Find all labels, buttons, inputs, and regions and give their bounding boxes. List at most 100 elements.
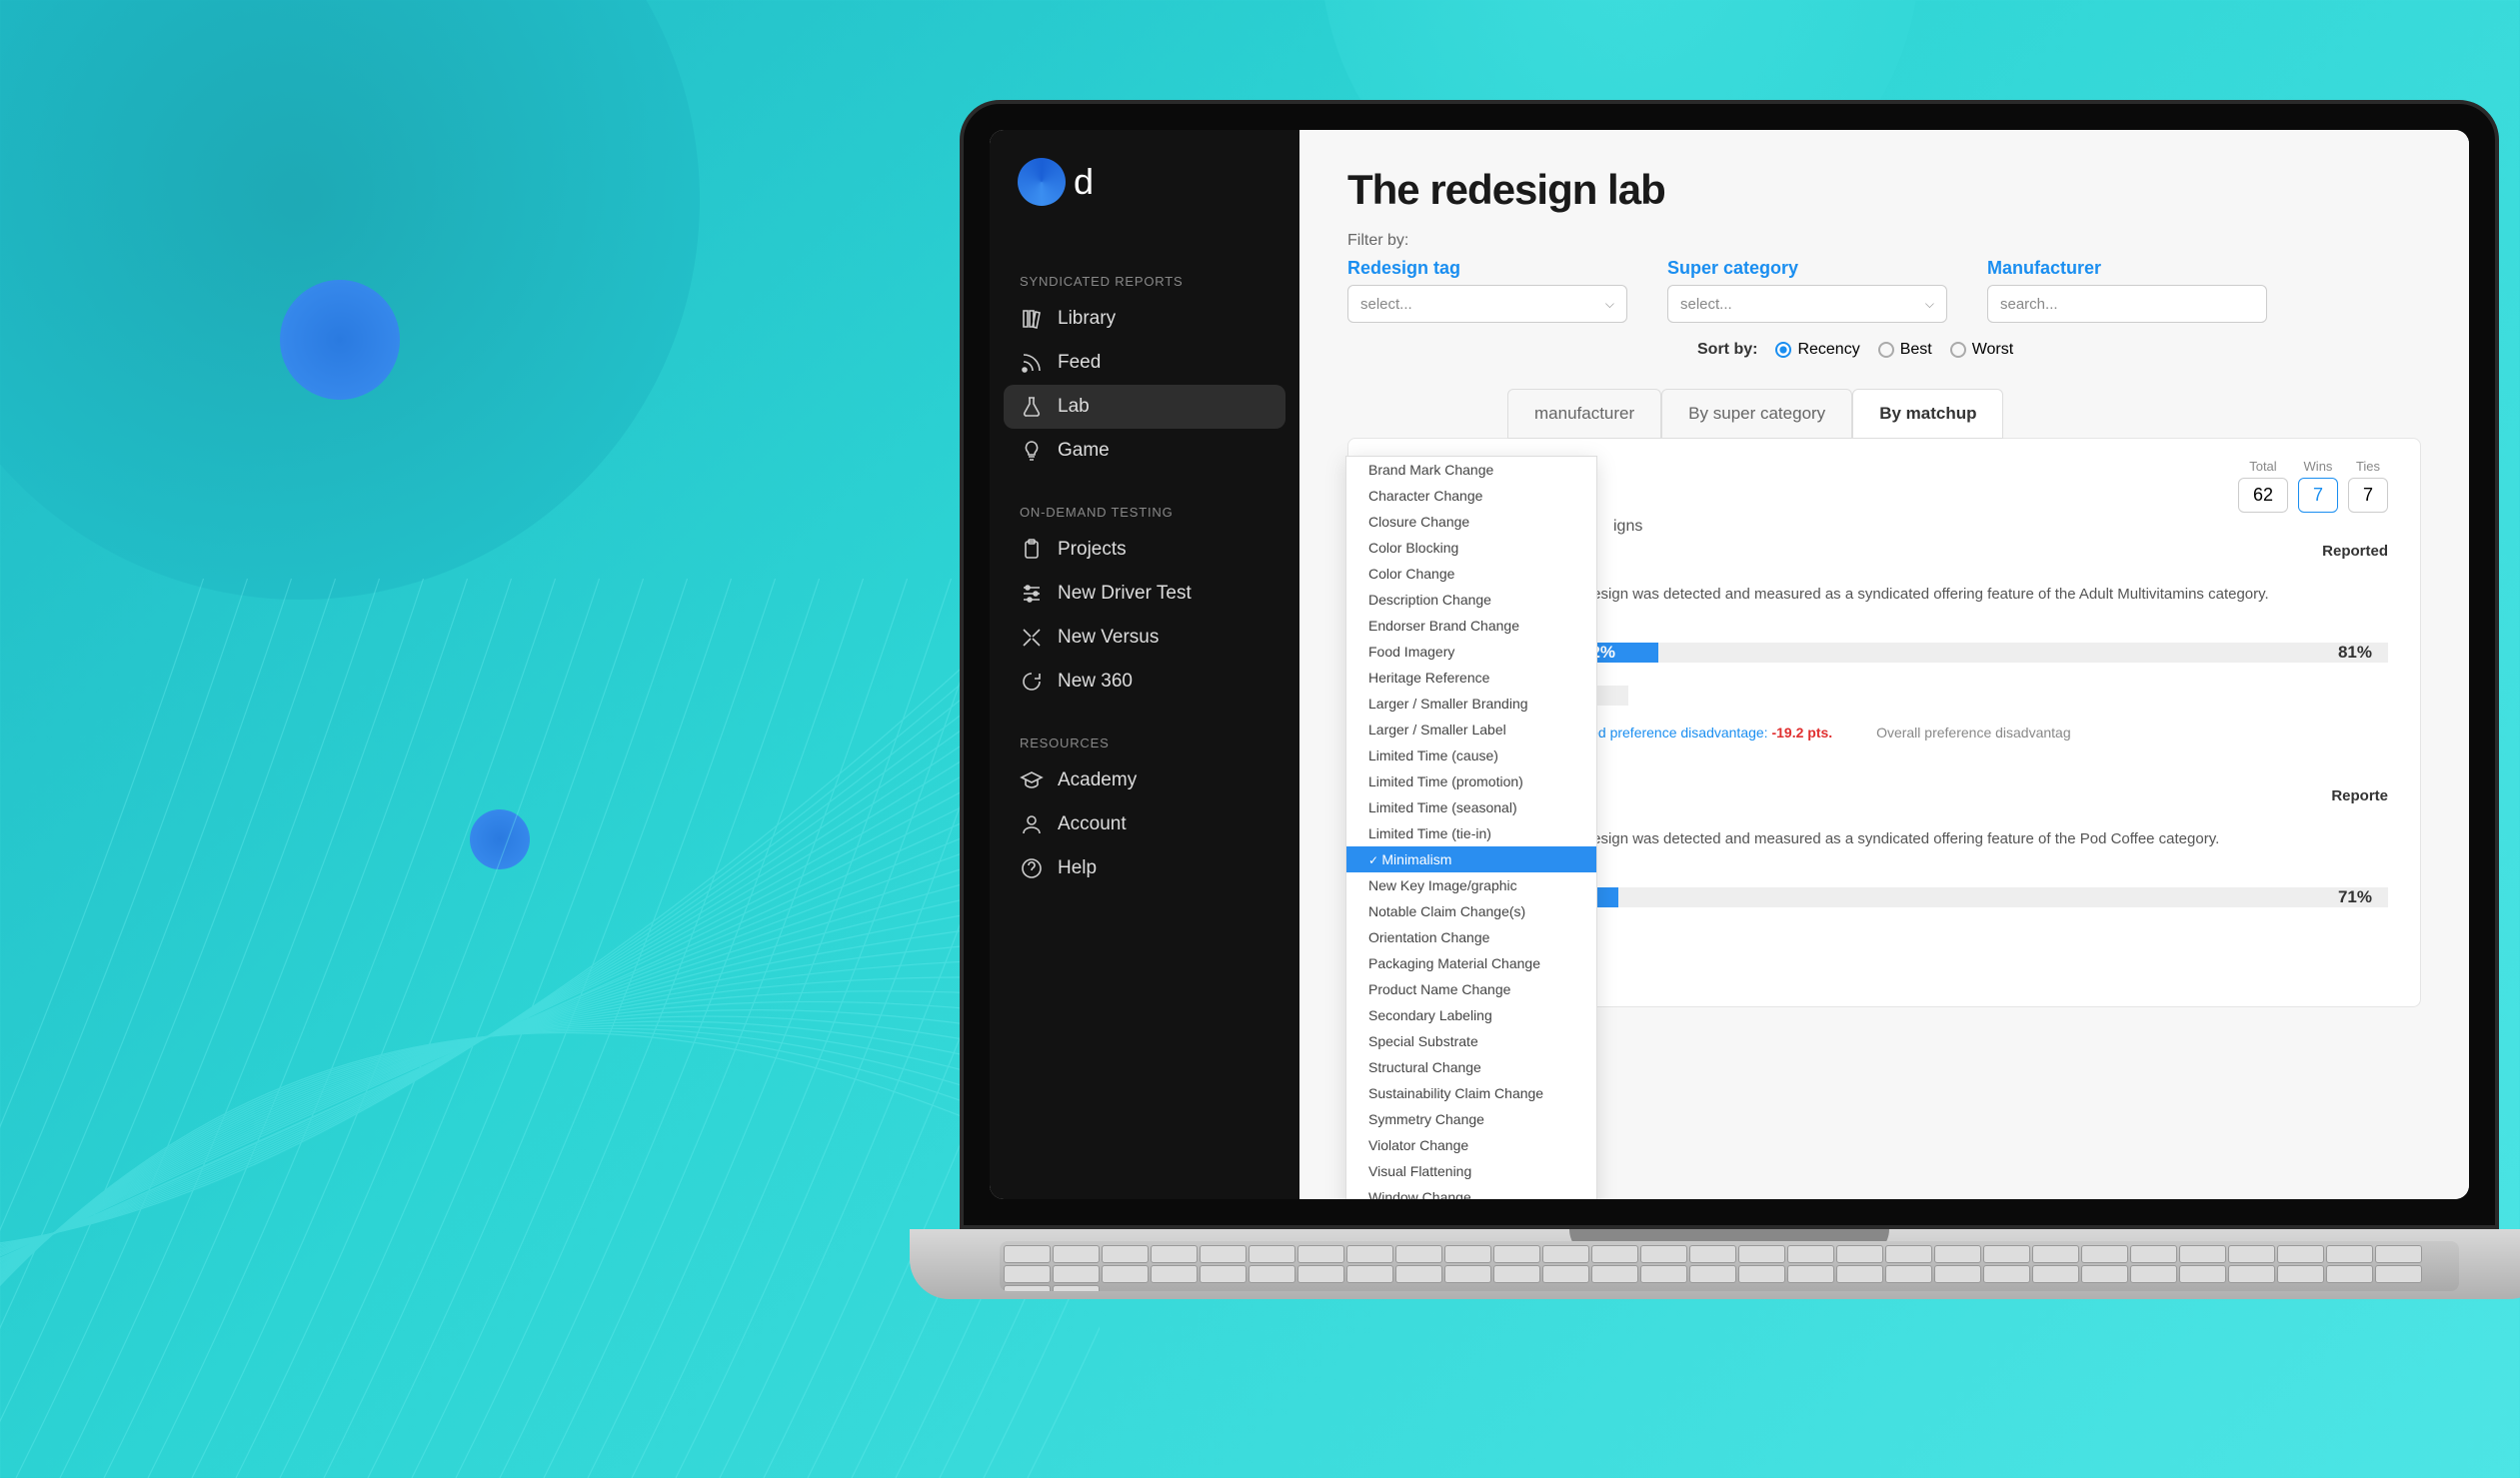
dropdown-option[interactable]: Minimalism bbox=[1346, 846, 1596, 872]
preference-bar: 15% 71% bbox=[1538, 879, 2388, 915]
dropdown-option[interactable]: Color Blocking bbox=[1346, 535, 1596, 561]
dropdown-option[interactable]: Closure Change bbox=[1346, 509, 1596, 535]
filter-input-1[interactable]: select... ⌵ bbox=[1667, 285, 1947, 323]
sidebar: d SYNDICATED REPORTS Library Feed Lab Ga… bbox=[990, 130, 1299, 1199]
dropdown-option[interactable]: Color Change bbox=[1346, 561, 1596, 587]
partial-text: igns bbox=[1613, 518, 1642, 536]
books-icon bbox=[1020, 307, 1044, 331]
main-content: The redesign lab Filter by: Redesign tag… bbox=[1299, 130, 2469, 1199]
dropdown-option[interactable]: Heritage Reference bbox=[1346, 665, 1596, 691]
view-tabs: manufacturerBy super categoryBy matchup bbox=[1507, 389, 2421, 439]
sidebar-item-game[interactable]: Game bbox=[1004, 429, 1285, 473]
dropdown-option[interactable]: Limited Time (tie-in) bbox=[1346, 820, 1596, 846]
sidebar-item-account[interactable]: Account bbox=[1004, 802, 1285, 846]
laptop-frame: d SYNDICATED REPORTS Library Feed Lab Ga… bbox=[960, 100, 2519, 1399]
dropdown-option[interactable]: Character Change bbox=[1346, 483, 1596, 509]
sample-size: n=295 bbox=[1538, 609, 2388, 625]
sidebar-item-new-versus[interactable]: New Versus bbox=[1004, 616, 1285, 660]
nav-label: New Versus bbox=[1058, 627, 1159, 649]
stat-ties: Ties 7 bbox=[2348, 459, 2388, 513]
chevron-down-icon: ⌵ bbox=[1605, 297, 1614, 312]
tab-manufacturer[interactable]: manufacturer bbox=[1507, 389, 1661, 439]
nav-section-header: SYNDICATED REPORTS bbox=[1004, 266, 1285, 297]
dropdown-option[interactable]: Description Change bbox=[1346, 587, 1596, 613]
sidebar-item-new-360[interactable]: New 360 bbox=[1004, 660, 1285, 704]
swords-icon bbox=[1020, 626, 1044, 650]
sliders-icon bbox=[1020, 582, 1044, 606]
dropdown-option[interactable]: Sustainability Claim Change bbox=[1346, 1080, 1596, 1106]
nav-label: Projects bbox=[1058, 539, 1127, 561]
logo-text: d bbox=[1074, 161, 1094, 203]
sample-size: n=167 bbox=[1538, 853, 2388, 869]
sidebar-item-library[interactable]: Library bbox=[1004, 297, 1285, 341]
dropdown-option[interactable]: Notable Claim Change(s) bbox=[1346, 898, 1596, 924]
filter-row: Redesign tag select... ⌵ Super category … bbox=[1347, 258, 2421, 323]
sidebar-item-new-driver-test[interactable]: New Driver Test bbox=[1004, 572, 1285, 616]
preference-summary: Committed preference disadvantage: -19.2… bbox=[1538, 725, 2388, 740]
dropdown-option[interactable]: Limited Time (promotion) bbox=[1346, 768, 1596, 794]
filter-by-label: Filter by: bbox=[1347, 232, 2421, 250]
sort-recency[interactable]: Recency bbox=[1775, 341, 1859, 359]
dropdown-option[interactable]: Secondary Labeling bbox=[1346, 1002, 1596, 1028]
lightbulb-icon bbox=[1020, 439, 1044, 463]
nav-label: Academy bbox=[1058, 769, 1137, 791]
nav-label: New Driver Test bbox=[1058, 583, 1192, 605]
radio-icon bbox=[1950, 342, 1966, 358]
preference-bar: 22% 81% bbox=[1538, 635, 2388, 671]
laptop-base bbox=[910, 1229, 2520, 1299]
dropdown-option[interactable]: Limited Time (cause) bbox=[1346, 742, 1596, 768]
tab-By-super-category[interactable]: By super category bbox=[1661, 389, 1852, 439]
dropdown-option[interactable]: Endorser Brand Change bbox=[1346, 613, 1596, 639]
sort-best[interactable]: Best bbox=[1878, 341, 1932, 359]
filter-input-2[interactable]: search... bbox=[1987, 285, 2267, 323]
dropdown-option[interactable]: Product Name Change bbox=[1346, 976, 1596, 1002]
sidebar-item-lab[interactable]: Lab bbox=[1004, 385, 1285, 429]
flask-icon bbox=[1020, 395, 1044, 419]
grad-cap-icon bbox=[1020, 768, 1044, 792]
nav-label: Help bbox=[1058, 857, 1097, 879]
dropdown-option[interactable]: Violator Change bbox=[1346, 1132, 1596, 1158]
redesign-tag-dropdown[interactable]: Brand Mark ChangeCharacter ChangeClosure… bbox=[1345, 456, 1597, 1199]
sort-label: Sort by: bbox=[1697, 341, 1757, 359]
wireframe-decoration bbox=[0, 579, 1100, 1478]
dropdown-option[interactable]: Window Change bbox=[1346, 1184, 1596, 1199]
dropdown-option[interactable]: Orientation Change bbox=[1346, 924, 1596, 950]
dropdown-option[interactable]: Larger / Smaller Branding bbox=[1346, 691, 1596, 717]
sidebar-item-help[interactable]: Help bbox=[1004, 846, 1285, 890]
dropdown-option[interactable]: Limited Time (seasonal) bbox=[1346, 794, 1596, 820]
dropdown-option[interactable]: Larger / Smaller Label bbox=[1346, 717, 1596, 742]
dropdown-option[interactable]: Structural Change bbox=[1346, 1054, 1596, 1080]
dropdown-option[interactable]: Packaging Material Change bbox=[1346, 950, 1596, 976]
dropdown-option[interactable]: Food Imagery bbox=[1346, 639, 1596, 665]
filter-label-0: Redesign tag bbox=[1347, 258, 1627, 279]
nav-section-header: RESOURCES bbox=[1004, 728, 1285, 758]
sort-row: Sort by: Recency Best Worst bbox=[1697, 341, 2421, 359]
dropdown-option[interactable]: Special Substrate bbox=[1346, 1028, 1596, 1054]
sort-worst[interactable]: Worst bbox=[1950, 341, 2013, 359]
radio-icon bbox=[1775, 342, 1791, 358]
page-title: The redesign lab bbox=[1347, 166, 2421, 214]
radio-icon bbox=[1878, 342, 1894, 358]
sidebar-item-feed[interactable]: Feed bbox=[1004, 341, 1285, 385]
stat-total: Total 62 bbox=[2238, 459, 2288, 513]
result-description: This redesign was detected and measured … bbox=[1538, 584, 2388, 605]
result-description: This redesign was detected and measured … bbox=[1538, 828, 2388, 849]
nav-label: Feed bbox=[1058, 352, 1101, 374]
dropdown-option[interactable]: Symmetry Change bbox=[1346, 1106, 1596, 1132]
sidebar-item-projects[interactable]: Projects bbox=[1004, 528, 1285, 572]
logo-icon bbox=[1018, 158, 1066, 206]
filter-input-0[interactable]: select... ⌵ bbox=[1347, 285, 1627, 323]
dropdown-option[interactable]: Visual Flattening bbox=[1346, 1158, 1596, 1184]
stat-wins: Wins 7 bbox=[2298, 459, 2338, 513]
logo: d bbox=[1004, 158, 1285, 242]
nav-label: Lab bbox=[1058, 396, 1090, 418]
preference-bar-2: 19% bbox=[1538, 681, 2388, 711]
dropdown-option[interactable]: New Key Image/graphic bbox=[1346, 872, 1596, 898]
filter-label-2: Manufacturer bbox=[1987, 258, 2267, 279]
nav-label: New 360 bbox=[1058, 671, 1133, 693]
sidebar-item-academy[interactable]: Academy bbox=[1004, 758, 1285, 802]
clipboard-icon bbox=[1020, 538, 1044, 562]
dropdown-option[interactable]: Brand Mark Change bbox=[1346, 457, 1596, 483]
nav-label: Library bbox=[1058, 308, 1116, 330]
tab-By-matchup[interactable]: By matchup bbox=[1852, 389, 2003, 439]
